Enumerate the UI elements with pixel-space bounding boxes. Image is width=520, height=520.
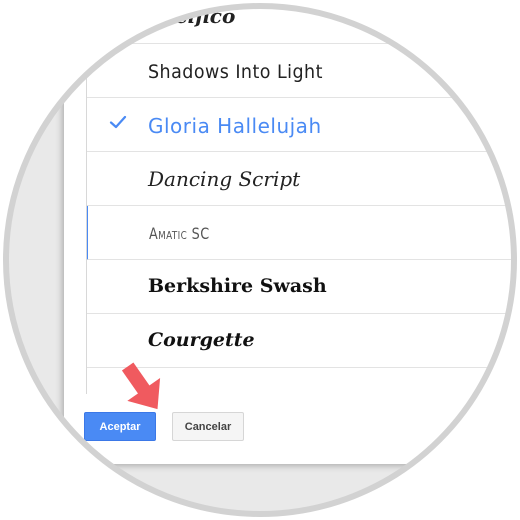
font-option-berkshire-swash[interactable]: Berkshire Swash: [87, 260, 520, 314]
font-list[interactable]: Pacifico Shadows Into Light Gloria Halle…: [86, 0, 520, 394]
font-option-label: Courgette: [148, 329, 255, 351]
font-option-pacifico[interactable]: Pacifico: [87, 0, 520, 44]
font-option-label: Pacifico: [148, 4, 236, 28]
magnified-view: Pacifico Shadows Into Light Gloria Halle…: [0, 0, 520, 520]
font-option-label: Amatic SC: [149, 224, 210, 243]
font-option-amatic-sc[interactable]: Amatic SC: [87, 206, 520, 260]
checkmark-icon: [109, 115, 127, 129]
font-option-dancing-script[interactable]: Dancing Script: [87, 152, 520, 206]
font-option-label: Berkshire Swash: [148, 275, 327, 297]
font-option-label: Gloria Hallelujah: [148, 114, 322, 138]
font-option-label: Dancing Script: [148, 167, 301, 191]
cancel-button[interactable]: Cancelar: [172, 412, 244, 441]
font-option-shadows-into-light[interactable]: Shadows Into Light: [87, 44, 520, 98]
font-option-label: Shadows Into Light: [148, 61, 323, 83]
pointer-arrow-icon: [121, 362, 161, 410]
font-option-gloria-hallelujah[interactable]: Gloria Hallelujah: [87, 98, 520, 152]
